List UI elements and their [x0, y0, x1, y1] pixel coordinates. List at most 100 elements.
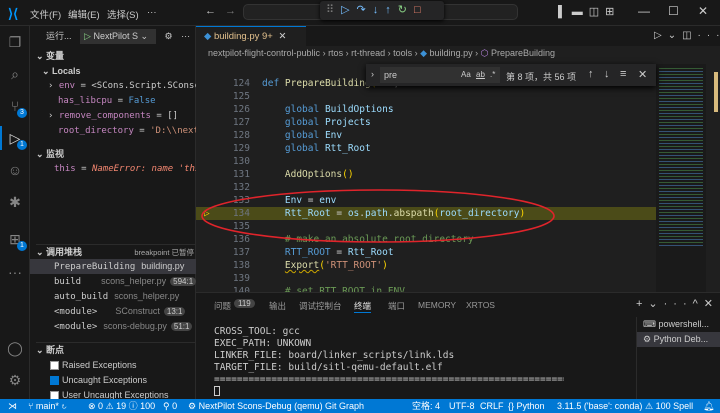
run-debug-icon[interactable]: ▷ 1: [7, 130, 27, 150]
source-control-icon[interactable]: ⑂ 3: [7, 98, 27, 118]
menu-selection[interactable]: 选择(S): [107, 7, 139, 21]
breakpoints-section[interactable]: ⌄ 断点: [36, 342, 202, 357]
whole-word-icon[interactable]: ab: [476, 70, 485, 79]
tab-problems[interactable]: 问题: [214, 300, 231, 312]
debug-status[interactable]: ⚙ NextPilot Scons-Debug (qemu): [188, 399, 323, 413]
breakpoint-user-uncaught[interactable]: User Uncaught Exceptions: [50, 388, 216, 399]
locals-scope[interactable]: ⌄ Locals: [42, 64, 208, 79]
code-line[interactable]: 125: [196, 90, 656, 103]
search-icon[interactable]: ⌕: [7, 66, 23, 82]
step-into-icon[interactable]: ↓: [373, 4, 386, 16]
terminal-python-debug[interactable]: ⚙ Python Deb...: [637, 332, 720, 347]
back-icon[interactable]: ←: [205, 5, 216, 17]
continue-icon[interactable]: ▷: [341, 4, 356, 16]
terminal-powershell[interactable]: ⌨ powershell...: [637, 317, 720, 332]
code-line[interactable]: 129 global Rtt_Root: [196, 142, 656, 155]
code-line[interactable]: 139: [196, 272, 656, 285]
code-area[interactable]: 124def PrepareBuilding(env, ...125126 gl…: [196, 64, 656, 292]
restart-icon[interactable]: ↻: [398, 4, 414, 16]
code-text: RTT_ROOT = Rtt_Root: [284, 247, 394, 258]
run-split-more-icon[interactable]: ▷⌄◫···: [654, 30, 720, 41]
problems-status[interactable]: ⊗ 0 ⚠ 19 ⓘ 100: [88, 399, 155, 413]
menu-more[interactable]: ···: [147, 7, 157, 18]
debug-config-select[interactable]: ▷ NextPilot S ⌄: [80, 29, 157, 44]
variables-section[interactable]: ⌄ 变量: [36, 49, 202, 64]
code-line[interactable]: 126 global BuildOptions: [196, 103, 656, 116]
checkbox[interactable]: [50, 361, 59, 371]
close-tab-icon[interactable]: ✕: [279, 31, 287, 42]
next-match-icon[interactable]: ↓: [604, 68, 610, 80]
stack-frame[interactable]: PrepareBuilding building.py: [30, 259, 196, 274]
extension-icon[interactable]: ✱: [7, 194, 23, 210]
notifications-bell-icon[interactable]: 🔔︎: [703, 399, 714, 413]
layout-controls-icon[interactable]: ▌▬◫⊞: [558, 5, 620, 18]
active-indicator: [0, 126, 2, 150]
find-in-selection-icon[interactable]: ≡: [620, 68, 626, 80]
spell-status[interactable]: ⚠ 100 Spell: [645, 399, 693, 413]
stack-frame[interactable]: build scons_helper.py 594:1: [30, 274, 196, 289]
gear-icon[interactable]: ⚙: [165, 31, 173, 41]
drag-handle-icon[interactable]: ⠿: [326, 4, 341, 16]
code-line[interactable]: 140 # set RTT_ROOT in ENV: [196, 285, 656, 292]
tab-building-py[interactable]: ◆ building.py 9+ ✕: [196, 26, 306, 46]
menu-file[interactable]: 文件(F): [30, 7, 61, 21]
minimap[interactable]: [656, 64, 706, 292]
indentation-status[interactable]: 空格: 4: [412, 399, 440, 413]
checkbox[interactable]: [50, 391, 59, 399]
git-graph[interactable]: Git Graph: [325, 399, 364, 413]
breakpoint-raised[interactable]: Raised Exceptions: [50, 358, 216, 373]
regex-icon[interactable]: .*: [490, 70, 495, 79]
stack-frame[interactable]: <module> scons-debug.py 51:1: [30, 319, 196, 334]
minimize-icon[interactable]: —: [638, 4, 650, 18]
tab-xrtos[interactable]: XRTOS: [466, 300, 495, 310]
step-over-icon[interactable]: ↷: [357, 4, 373, 16]
step-out-icon[interactable]: ↑: [385, 4, 398, 16]
explorer-icon[interactable]: ❐: [7, 34, 23, 50]
platformio-icon[interactable]: ☺: [7, 162, 23, 178]
code-line[interactable]: 130: [196, 155, 656, 168]
account-icon[interactable]: ◯: [7, 340, 23, 356]
eol-status[interactable]: CRLF: [480, 399, 504, 413]
tab-output[interactable]: 输出: [269, 300, 286, 312]
ports-status[interactable]: ⚲ 0: [163, 399, 177, 413]
maximize-icon[interactable]: ☐: [668, 4, 679, 18]
line-number: 124: [232, 78, 250, 89]
remote-icon[interactable]: ⋊: [8, 399, 17, 413]
code-line[interactable]: 131 AddOptions(): [196, 168, 656, 181]
tab-debug-console[interactable]: 调试控制台: [299, 300, 342, 312]
breakpoint-uncaught[interactable]: Uncaught Exceptions: [50, 373, 216, 388]
code-line[interactable]: 137 RTT_ROOT = Rtt_Root: [196, 246, 656, 259]
code-line[interactable]: 138 Export('RTT_ROOT'): [196, 259, 656, 272]
scrollbar[interactable]: [708, 64, 718, 292]
variable-remove-components[interactable]: › remove_components = []: [48, 109, 214, 124]
panel-actions-icon[interactable]: +⌄···^✕: [636, 297, 719, 310]
checkbox-checked[interactable]: [50, 376, 59, 386]
close-find-icon[interactable]: ✕: [638, 68, 647, 81]
stack-frame[interactable]: auto_build scons_helper.py: [30, 289, 196, 304]
language-status[interactable]: {} Python: [508, 399, 545, 413]
variable-env[interactable]: › env = <SCons.Script.SConscr…: [48, 79, 214, 94]
tab-terminal[interactable]: 终端: [354, 300, 372, 313]
close-window-icon[interactable]: ✕: [698, 4, 708, 18]
forward-icon[interactable]: →: [225, 5, 236, 17]
line-number: 129: [232, 143, 250, 154]
settings-gear-icon[interactable]: ⚙: [7, 372, 23, 388]
stack-frame[interactable]: <module> SConstruct 13:1: [30, 304, 196, 319]
toggle-replace-icon[interactable]: ›: [371, 69, 374, 79]
code-line[interactable]: 128 global Env: [196, 129, 656, 142]
extensions-icon[interactable]: ⊞ 1: [7, 231, 27, 251]
interpreter-status[interactable]: 3.11.5 ('base': conda): [557, 399, 642, 413]
stop-icon[interactable]: □: [414, 4, 428, 16]
callstack-section[interactable]: ⌄ 调用堆栈 breakpoint 已暂停: [36, 244, 202, 259]
more-actions-icon[interactable]: ···: [181, 31, 190, 41]
more-icon[interactable]: ···: [7, 264, 23, 280]
match-case-icon[interactable]: Aa: [461, 70, 471, 79]
branch-status[interactable]: ⑂ main* ↻: [28, 399, 67, 413]
tab-ports[interactable]: 端口: [388, 300, 405, 312]
menu-edit[interactable]: 编辑(E): [68, 7, 100, 21]
encoding-status[interactable]: UTF-8: [449, 399, 475, 413]
watch-section[interactable]: ⌄ 监视: [36, 147, 202, 162]
code-line[interactable]: 127 global Projects: [196, 116, 656, 129]
previous-match-icon[interactable]: ↑: [588, 68, 594, 80]
tab-memory[interactable]: MEMORY: [418, 300, 456, 310]
